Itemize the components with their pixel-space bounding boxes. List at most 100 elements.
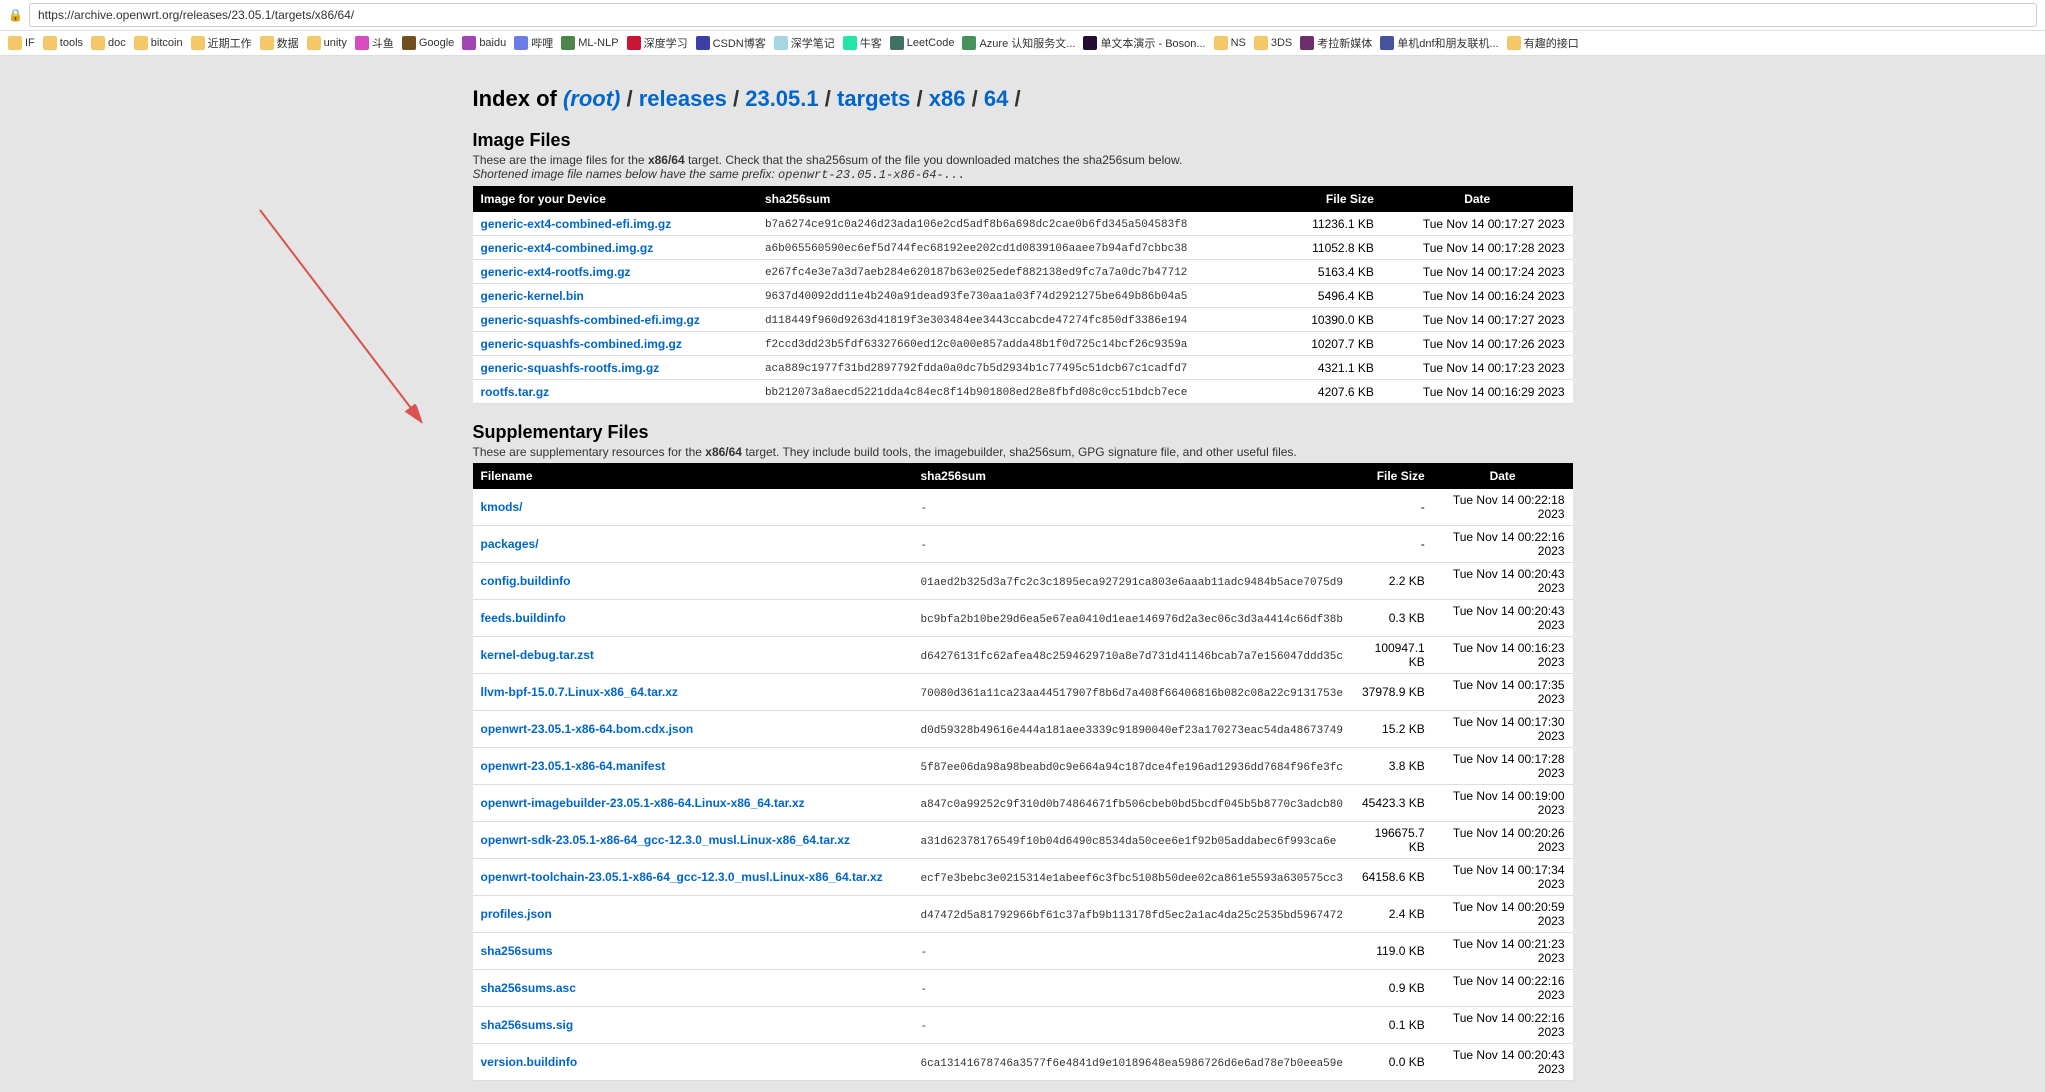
bookmark-item[interactable]: 单文本演示 - Boson... xyxy=(1083,35,1205,51)
sha-value: d64276131fc62afea48c2594629710a8e7d731d4… xyxy=(921,651,1343,663)
bookmark-item[interactable]: 考拉新媒体 xyxy=(1300,35,1372,51)
file-link[interactable]: kmods/ xyxy=(481,500,523,514)
file-link[interactable]: openwrt-imagebuilder-23.05.1-x86-64.Linu… xyxy=(481,796,805,810)
browser-url-bar: 🔒 xyxy=(0,0,2045,31)
file-link[interactable]: openwrt-23.05.1-x86-64.bom.cdx.json xyxy=(481,722,694,736)
sha-value: - xyxy=(921,503,928,515)
size-value: 45423.3 KB xyxy=(1351,785,1433,822)
date-value: Tue Nov 14 00:22:16 2023 xyxy=(1433,970,1573,1007)
page-title: Index of (root) / releases / 23.05.1 / t… xyxy=(473,86,1573,112)
bookmark-item[interactable]: LeetCode xyxy=(890,35,955,51)
date-value: Tue Nov 14 00:19:00 2023 xyxy=(1433,785,1573,822)
file-link[interactable]: sha256sums xyxy=(481,944,553,958)
site-icon xyxy=(1083,36,1097,50)
date-value: Tue Nov 14 00:17:27 2023 xyxy=(1382,308,1573,332)
file-link[interactable]: config.buildinfo xyxy=(481,574,571,588)
sha-value: d118449f960d9263d41819f3e303484ee3443cca… xyxy=(765,315,1187,327)
sha-value: ecf7e3bebc3e0215314e1abeef6c3fbc5108b50d… xyxy=(921,873,1343,885)
bookmark-item[interactable]: 深度学习 xyxy=(627,35,688,51)
table-row: generic-squashfs-combined.img.gzf2ccd3dd… xyxy=(473,332,1573,356)
site-icon xyxy=(1300,36,1314,50)
sha-value: 5f87ee06da98a98beabd0c9e664a94c187dce4fe… xyxy=(921,762,1343,774)
date-value: Tue Nov 14 00:22:16 2023 xyxy=(1433,1007,1573,1044)
bookmark-item[interactable]: doc xyxy=(91,35,126,51)
file-link[interactable]: sha256sums.sig xyxy=(481,1018,574,1032)
size-value: 5163.4 KB xyxy=(1287,260,1382,284)
file-link[interactable]: generic-ext4-combined.img.gz xyxy=(481,241,654,255)
file-link[interactable]: llvm-bpf-15.0.7.Linux-x86_64.tar.xz xyxy=(481,685,678,699)
sha-value: a847c0a99252c9f310d0b74864671fb506cbeb0b… xyxy=(921,799,1343,811)
file-link[interactable]: openwrt-sdk-23.05.1-x86-64_gcc-12.3.0_mu… xyxy=(481,833,851,847)
table-row: sha256sums.asc-0.9 KBTue Nov 14 00:22:16… xyxy=(473,970,1573,1007)
folder-icon xyxy=(1507,36,1521,50)
bookmark-item[interactable]: NS xyxy=(1214,35,1246,51)
sha-value: aca889c1977f31bd2897792fdda0a0dc7b5d2934… xyxy=(765,363,1187,375)
bookmark-item[interactable]: CSDN博客 xyxy=(696,35,766,51)
date-value: Tue Nov 14 00:21:23 2023 xyxy=(1433,933,1573,970)
breadcrumb-root[interactable]: (root) xyxy=(563,86,620,111)
date-value: Tue Nov 14 00:20:26 2023 xyxy=(1433,822,1573,859)
bookmark-item[interactable]: 斗鱼 xyxy=(355,35,394,51)
bookmark-item[interactable]: 近期工作 xyxy=(191,35,252,51)
file-link[interactable]: generic-ext4-combined-efi.img.gz xyxy=(481,217,672,231)
breadcrumb-link[interactable]: 23.05.1 xyxy=(745,86,818,111)
breadcrumb-prefix: Index of xyxy=(473,86,563,111)
bookmark-item[interactable]: 3DS xyxy=(1254,35,1292,51)
bookmark-item[interactable]: 牛客 xyxy=(843,35,882,51)
file-link[interactable]: generic-ext4-rootfs.img.gz xyxy=(481,265,631,279)
bookmark-item[interactable]: tools xyxy=(43,35,83,51)
size-value: 64158.6 KB xyxy=(1351,859,1433,896)
site-icon xyxy=(402,36,416,50)
bookmark-item[interactable]: 深学笔记 xyxy=(774,35,835,51)
date-value: Tue Nov 14 00:20:43 2023 xyxy=(1433,1044,1573,1081)
breadcrumb-link[interactable]: targets xyxy=(837,86,910,111)
bookmark-item[interactable]: 哔哩 xyxy=(514,35,553,51)
file-link[interactable]: openwrt-23.05.1-x86-64.manifest xyxy=(481,759,666,773)
file-link[interactable]: openwrt-toolchain-23.05.1-x86-64_gcc-12.… xyxy=(481,870,883,884)
bookmark-item[interactable]: ML-NLP xyxy=(561,35,618,51)
bookmark-item[interactable]: 单机dnf和朋友联机... xyxy=(1380,35,1498,51)
breadcrumb-link[interactable]: x86 xyxy=(929,86,966,111)
sha-value: bc9bfa2b10be29d6ea5e67ea0410d1eae146976d… xyxy=(921,614,1343,626)
size-value: 0.1 KB xyxy=(1351,1007,1433,1044)
file-link[interactable]: generic-squashfs-rootfs.img.gz xyxy=(481,361,660,375)
size-value: 100947.1 KB xyxy=(1351,637,1433,674)
file-link[interactable]: profiles.json xyxy=(481,907,552,921)
file-link[interactable]: version.buildinfo xyxy=(481,1055,578,1069)
file-link[interactable]: generic-squashfs-combined-efi.img.gz xyxy=(481,313,700,327)
url-input[interactable] xyxy=(29,3,2037,27)
file-link[interactable]: generic-kernel.bin xyxy=(481,289,584,303)
th-sha2: sha256sum xyxy=(913,463,1351,489)
breadcrumb-link[interactable]: 64 xyxy=(984,86,1008,111)
image-files-desc: These are the image files for the x86/64… xyxy=(473,153,1573,182)
folder-icon xyxy=(1214,36,1228,50)
size-value: 0.3 KB xyxy=(1351,600,1433,637)
file-link[interactable]: packages/ xyxy=(481,537,539,551)
bookmark-item[interactable]: 数据 xyxy=(260,35,299,51)
file-link[interactable]: sha256sums.asc xyxy=(481,981,576,995)
bookmark-item[interactable]: baidu xyxy=(462,35,506,51)
bookmark-item[interactable]: bitcoin xyxy=(134,35,183,51)
bookmark-item[interactable]: 有趣的接口 xyxy=(1507,35,1579,51)
table-row: openwrt-23.05.1-x86-64.manifest 5f87ee06d… xyxy=(473,748,1573,785)
date-value: Tue Nov 14 00:22:18 2023 xyxy=(1433,489,1573,526)
table-row: sha256sums.sig-0.1 KBTue Nov 14 00:22:16… xyxy=(473,1007,1573,1044)
bookmark-item[interactable]: IF xyxy=(8,35,35,51)
folder-icon xyxy=(260,36,274,50)
file-link[interactable]: feeds.buildinfo xyxy=(481,611,566,625)
file-link[interactable]: rootfs.tar.gz xyxy=(481,385,550,399)
bookmark-item[interactable]: Google xyxy=(402,35,454,51)
sha-value: d47472d5a81792966bf61c37afb9b113178fd5ec… xyxy=(921,910,1343,922)
file-link[interactable]: kernel-debug.tar.zst xyxy=(481,648,594,662)
size-value: 4321.1 KB xyxy=(1287,356,1382,380)
size-value: 5496.4 KB xyxy=(1287,284,1382,308)
table-row: version.buildinfo6ca13141678746a3577f6e4… xyxy=(473,1044,1573,1081)
bookmark-item[interactable]: unity xyxy=(307,35,347,51)
file-link[interactable]: generic-squashfs-combined.img.gz xyxy=(481,337,682,351)
image-files-table: Image for your Device sha256sum File Siz… xyxy=(473,186,1573,404)
breadcrumb-link[interactable]: releases xyxy=(639,86,727,111)
size-value: 0.9 KB xyxy=(1351,970,1433,1007)
date-value: Tue Nov 14 00:20:59 2023 xyxy=(1433,896,1573,933)
table-row: sha256sums-119.0 KBTue Nov 14 00:21:23 2… xyxy=(473,933,1573,970)
bookmark-item[interactable]: Azure 认知服务文... xyxy=(962,35,1075,51)
